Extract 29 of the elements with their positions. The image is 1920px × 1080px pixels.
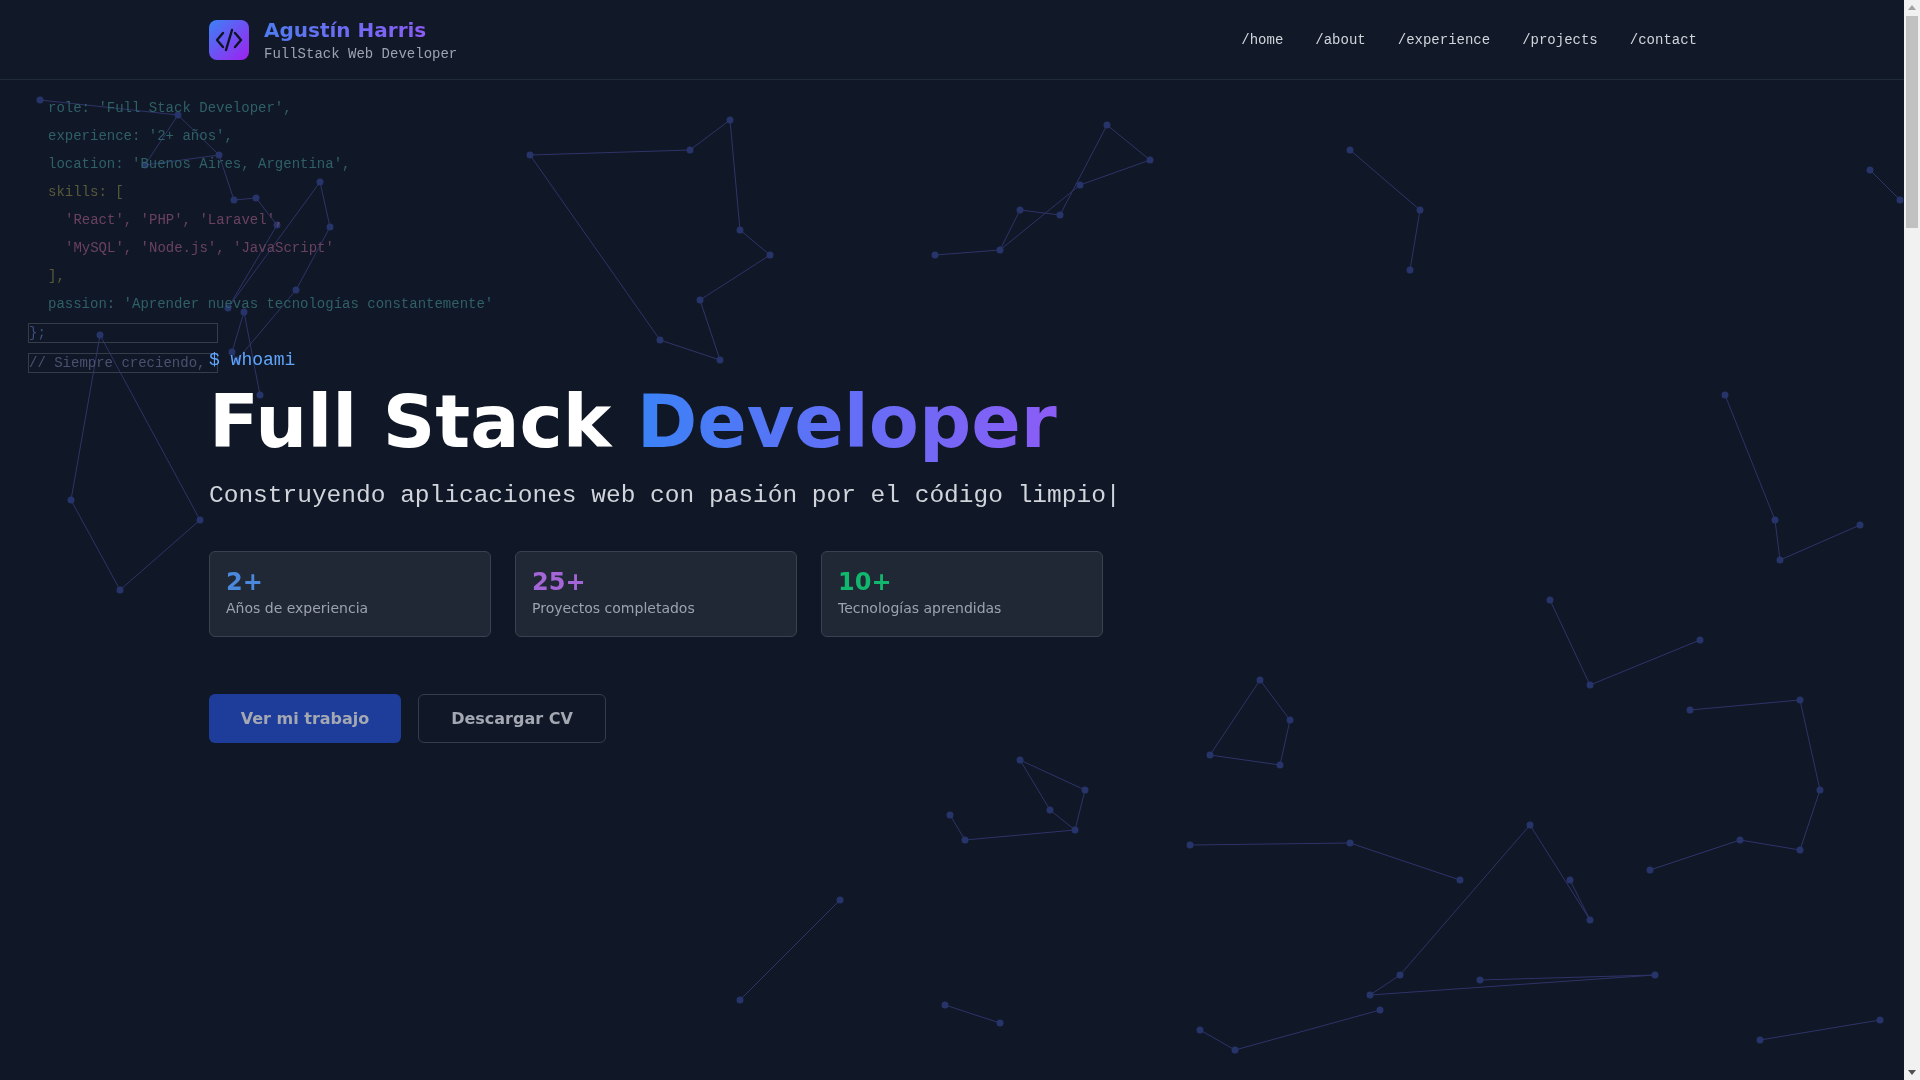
code-line: skills: [ [48, 183, 124, 201]
stat-value: 2+ [226, 567, 263, 596]
hero-tagline: Construyendo aplicaciones web con pasión por el código limpio| [209, 481, 1121, 509]
nav-link[interactable]: /home [1241, 31, 1284, 48]
scroll-down-icon[interactable] [1908, 1070, 1916, 1075]
hero-title: Full Stack [209, 379, 612, 464]
stat-label: Proyectos completados [532, 599, 695, 616]
stat-value: 10+ [838, 567, 892, 596]
code-line: 'MySQL', 'Node.js', 'JavaScript' [65, 239, 334, 257]
download-cv-button[interactable]: Descargar CV [418, 693, 606, 743]
code-line: 'React', 'PHP', 'Laravel', [65, 211, 284, 229]
nav-link[interactable]: /projects [1522, 31, 1598, 48]
stat-label: Años de experiencia [226, 599, 369, 616]
nav-link[interactable]: /contact [1629, 31, 1697, 48]
scrollbar[interactable] [1904, 0, 1920, 1080]
scroll-thumb[interactable] [1906, 16, 1918, 228]
code-line: role: 'Full Stack Developer', [48, 99, 292, 117]
view-work-button[interactable]: Ver mi trabajo [209, 693, 401, 743]
terminal-prompt: $ whoami [209, 350, 296, 370]
nav-link[interactable]: /experience [1397, 31, 1491, 48]
scroll-up-icon[interactable] [1908, 5, 1916, 10]
stat-value: 25+ [532, 567, 586, 596]
code-line: passion: 'Aprender nuevas tecnologías constantemente' [48, 295, 494, 313]
stat-label: Tecnologías aprendidas [838, 599, 1002, 616]
nav-link[interactable]: /about [1315, 31, 1366, 48]
code-icon [209, 19, 249, 60]
code-line: experience: '2+ años', [48, 127, 233, 145]
site-subtitle: FullStack Web Developer [264, 45, 458, 62]
code-line: ], [48, 267, 65, 285]
